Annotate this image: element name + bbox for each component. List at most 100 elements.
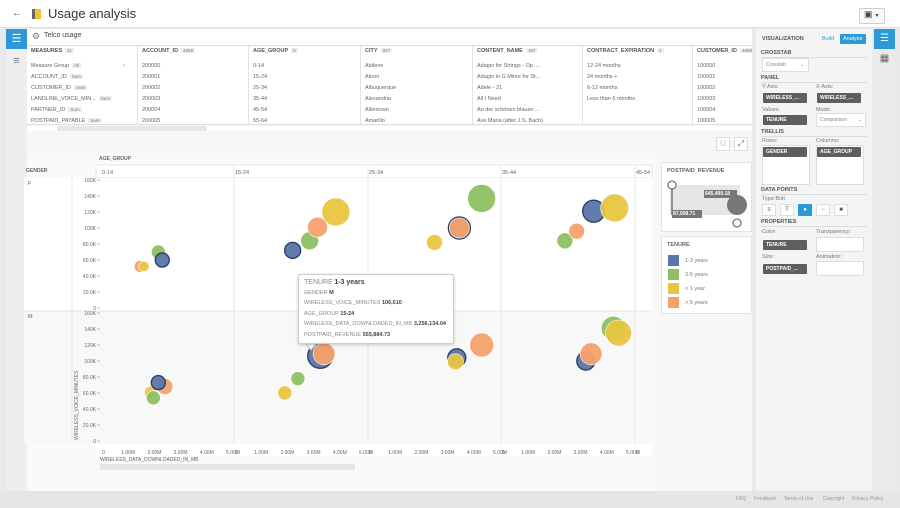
x-tick-label: 0 [235,450,238,456]
y-tick-label: 40.0K [83,407,97,413]
animation-dropzone[interactable] [816,261,864,276]
x-tick-label: 2.00M [147,450,161,456]
y-tick-label: 160K [84,311,96,317]
bubble-point[interactable] [154,252,170,268]
color-field[interactable]: TENURE [763,240,807,250]
tooltip-value: 3,256,134.04 [413,321,446,327]
size-legend: POSTPAID_REVENUE 645,499.18 87,008.71 [661,162,752,232]
pie-type-icon[interactable]: ○ [816,204,830,216]
size-min-label: 87,008.71 [673,211,696,217]
column-header-label: 15-24 [235,170,249,176]
bubble-point[interactable] [312,342,336,366]
footer-link[interactable]: Copyright [823,496,844,502]
bubble-point[interactable] [447,353,464,371]
tooltip-key: WIRELESS_VOICE_MINUTES [304,300,381,306]
square-type-icon[interactable]: ■ [834,204,848,216]
column-header-label: 0-14 [102,170,113,176]
legend-swatch [668,297,679,308]
legend-item[interactable]: 3-5 years [668,269,708,280]
tooltip-value: 1-3 years [334,279,365,286]
rows-label: Rows: [762,138,778,144]
tooltip-key: POSTPAID_REVENUE [304,331,362,338]
bar-type-icon[interactable]: ≡ [762,204,776,216]
bubble-point[interactable] [321,197,351,227]
legend-item[interactable]: > 5 years [668,297,708,308]
values-label: Values: [762,107,780,113]
legend-item[interactable]: 1-3 years [668,255,708,266]
footer-link[interactable]: Privacy Policy [852,496,883,502]
bubble-point[interactable] [579,342,603,366]
bubble-point[interactable] [277,385,293,401]
y-tick-label: 0 [93,439,96,445]
tooltip-key: TENURE [304,279,333,286]
x-tick-label: 0 [102,450,105,456]
properties-list-icon[interactable]: ☰ [874,29,895,49]
chart-scrollbar[interactable] [100,464,355,470]
bubble-point[interactable] [568,222,585,240]
bubble-point[interactable] [146,390,161,406]
y-tick-label: 60.0K [83,391,97,397]
x-tick-label: 3.00M [441,450,455,456]
bubble-point[interactable] [290,371,306,386]
bubble-point[interactable] [605,319,632,347]
footer-link[interactable]: Terms of Use [784,496,813,502]
legend-item[interactable]: < 1 year [668,283,705,294]
text-type-icon[interactable]: T [780,204,794,216]
x-axis-field[interactable]: WIRELESS_... [817,93,861,103]
bubble-point[interactable] [467,184,496,213]
animation-label: Animation: [816,254,842,260]
y-tick-label: 140K [84,194,96,200]
x-tick-label: 2.00M [414,450,428,456]
footer-link[interactable]: Feedback [754,496,776,502]
bubble-type-icon[interactable]: ● [798,204,812,216]
y-tick-label: 80.0K [83,375,97,381]
min-handle[interactable] [667,180,677,190]
mode-select[interactable]: Comparison ⌄ [816,113,866,127]
tooltip-row: POSTPAID_REVENUE 555,884.73 [304,332,448,343]
footer-link[interactable]: FAQ [736,496,746,502]
trellis-section: TRELLIS [761,129,867,137]
tooltip-key: GENDER [304,289,328,296]
y-tick-label: 40.0K [83,274,97,280]
bubble-point[interactable] [600,193,629,223]
analyze-tab[interactable]: Analyze [840,34,866,44]
x-tick-label: 3.00M [307,450,321,456]
y-tick-label: 80.0K [83,242,97,248]
color-label: Color: [762,229,777,235]
trellis-rows-label: GENDER [26,168,48,174]
legend-label: 1-3 years [685,257,708,264]
rows-field[interactable]: GENDER [763,147,807,157]
y-tick-label: 20.0K [83,290,97,296]
crosstab-select[interactable]: Crosstab ⌄ [762,58,809,72]
size-max-label: 645,499.18 [705,191,731,197]
columns-field[interactable]: AGE_GROUP [817,147,861,157]
x-tick-label: 1.00M [121,450,135,456]
size-label: Size: [762,254,775,260]
build-tab[interactable]: Build [822,36,834,42]
size-scale-graphic [667,180,747,228]
bubble-point[interactable] [138,260,150,272]
y-axis-field[interactable]: WIRELESS_... [763,93,807,103]
values-field[interactable]: TENURE [763,115,807,125]
tooltip-row: AGE_GROUP 15-24 [304,311,448,322]
x-tick-label: 4.00M [333,450,347,456]
y-axis-title: WIRELESS_VOICE_MINUTES [74,370,80,440]
bubble-point[interactable] [469,332,494,358]
x-tick-label: 3.00M [174,450,188,456]
transparency-dropzone[interactable] [816,237,864,252]
size-field[interactable]: POSTPAID_... [763,264,807,274]
panel-title: VISUALIZATION [762,36,804,42]
grid-icon[interactable]: ▦ [874,53,895,69]
row-header-label: M [28,314,33,320]
max-handle[interactable] [732,218,742,228]
y-tick-label: 100K [84,359,96,365]
bubble-point[interactable] [150,374,167,391]
bubble-point[interactable] [283,241,302,260]
y-tick-label: 160K [84,178,96,184]
tooltip-row: GENDER M [304,290,448,301]
y-tick-label: 140K [84,327,96,333]
data-points-section: DATA POINTS [761,187,867,195]
bubble-point[interactable] [449,217,470,239]
bubble-point[interactable] [426,234,443,251]
x-tick-label: 5.00M [493,450,507,456]
